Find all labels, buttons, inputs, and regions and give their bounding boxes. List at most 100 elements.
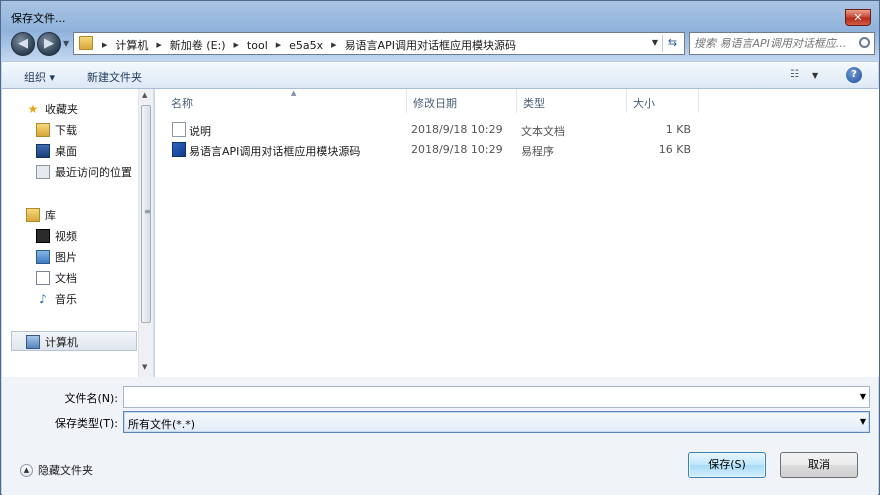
sidebar-item-label: 最近访问的位置 [55,166,132,179]
folder-icon [79,36,93,50]
libraries-icon [26,208,40,222]
organize-menu-button[interactable]: 组织 ▾ [24,69,55,85]
refresh-button[interactable]: ⇆ [662,35,682,52]
save-form: 文件名(N): ▼ 保存类型(T): 所有文件(*.*) ▼ ▲ 隐藏文件夹 保… [2,377,878,495]
recent-places-icon [36,165,50,179]
sidebar-item-label: 库 [45,209,56,222]
scroll-down-icon[interactable]: ▼ [142,363,147,371]
sort-ascending-icon: ▲ [291,89,297,97]
column-label: 大小 [633,97,655,110]
sidebar-item-favorites[interactable]: ★ 收藏夹 [26,99,153,119]
sidebar-item-desktop[interactable]: 桌面 [36,141,153,161]
breadcrumb: ▶ 计算机 ▶ 新加卷 (E:) ▶ tool ▶ e5a5x ▶ 易语言API… [98,37,516,53]
filename-input[interactable] [127,390,847,405]
sidebar-item-label: 计算机 [45,336,78,349]
breadcrumb-computer[interactable]: 计算机 [115,37,148,53]
title-bar: 保存文件... ✕ [1,1,879,29]
file-size: 16 KB [658,143,691,156]
help-icon[interactable]: ? [846,67,862,83]
column-header-size[interactable]: 大小 [627,89,699,113]
filetype-selected-value: 所有文件(*.*) [128,418,196,431]
sidebar-item-recent-places[interactable]: 最近访问的位置 [36,162,153,182]
downloads-folder-icon [36,123,50,137]
chevron-right-icon[interactable]: ▶ [156,41,161,49]
sidebar-item-downloads[interactable]: 下载 [36,120,153,140]
cancel-button[interactable]: 取消 [780,452,858,478]
recent-pages-dropdown-icon[interactable]: ▼ [63,39,73,49]
computer-icon [26,335,40,349]
column-header-type[interactable]: 类型 [517,89,627,113]
table-row[interactable]: 易语言API调用对话框应用模块源码 2018/9/18 10:29 易程序 16… [169,140,709,160]
file-date: 2018/9/18 10:29 [411,123,503,136]
breadcrumb-current-folder[interactable]: 易语言API调用对话框应用模块源码 [345,37,516,53]
column-header-date[interactable]: 修改日期 [407,89,517,113]
arrow-right-icon: ▶ [44,36,54,51]
view-options-icon[interactable]: ☷ [790,69,804,81]
breadcrumb-e5a5x[interactable]: e5a5x [289,39,323,52]
search-input[interactable] [694,36,854,51]
search-box[interactable] [689,32,875,55]
video-icon [36,229,50,243]
back-button[interactable]: ◀ [11,32,35,56]
sidebar-item-label: 收藏夹 [45,103,78,116]
filename-label: 文件名(N): [64,392,118,405]
close-button[interactable]: ✕ [845,9,871,26]
filename-combobox[interactable]: ▼ [123,386,870,408]
column-label: 名称 [171,97,193,110]
sidebar-item-pictures[interactable]: 图片 [36,247,153,267]
file-type: 文本文档 [521,125,565,138]
breadcrumb-tool[interactable]: tool [247,39,268,52]
chevron-right-icon[interactable]: ▶ [102,41,107,49]
chevron-down-icon[interactable]: ▼ [860,392,866,401]
scroll-up-icon[interactable]: ▲ [142,91,147,99]
document-icon [36,271,50,285]
sidebar-item-label: 文档 [55,272,77,285]
address-dropdown-icon[interactable]: ▼ [652,38,658,47]
chevron-right-icon[interactable]: ▶ [234,41,239,49]
arrow-left-icon: ◀ [18,36,28,51]
close-icon: ✕ [853,11,863,24]
sidebar-item-music[interactable]: ♪ 音乐 [36,289,153,309]
desktop-icon [36,144,50,158]
sidebar-item-label: 下载 [55,124,77,137]
forward-button[interactable]: ▶ [37,32,61,56]
view-dropdown-icon[interactable]: ▼ [812,71,818,80]
sidebar-item-computer[interactable]: 计算机 [11,331,137,351]
chevron-right-icon[interactable]: ▶ [331,41,336,49]
text-file-icon [172,122,186,137]
file-type: 易程序 [521,145,554,158]
sidebar-item-documents[interactable]: 文档 [36,268,153,288]
command-toolbar: 组织 ▾ 新建文件夹 ☷ ▼ ? [2,61,878,89]
column-header-name[interactable]: 名称 ▲ [165,89,407,113]
e-program-file-icon [172,142,186,157]
window-title: 保存文件... [11,12,66,25]
sidebar-item-label: 视频 [55,230,77,243]
file-name: 易语言API调用对话框应用模块源码 [189,145,361,158]
sidebar-item-label: 图片 [55,251,77,264]
chevron-down-icon[interactable]: ▼ [860,417,866,426]
chevron-right-icon[interactable]: ▶ [276,41,281,49]
file-list: 名称 ▲ 修改日期 类型 大小 说明 2018/9/18 10:29 文本文档 … [155,89,879,377]
scrollbar-thumb[interactable]: ≡ [141,105,151,323]
refresh-icon: ⇆ [667,36,678,49]
pictures-icon [36,250,50,264]
sidebar-item-libraries[interactable]: 库 [26,205,153,225]
file-name: 说明 [189,125,211,138]
sidebar-scrollbar[interactable]: ▲ ≡ ▼ [138,89,153,377]
sidebar-item-videos[interactable]: 视频 [36,226,153,246]
music-note-icon: ♪ [39,292,47,306]
new-folder-button[interactable]: 新建文件夹 [87,69,142,85]
table-row[interactable]: 说明 2018/9/18 10:29 文本文档 1 KB [169,120,709,140]
column-label: 类型 [523,97,545,110]
address-bar[interactable]: ▶ 计算机 ▶ 新加卷 (E:) ▶ tool ▶ e5a5x ▶ 易语言API… [73,32,685,55]
file-date: 2018/9/18 10:29 [411,143,503,156]
column-label: 修改日期 [413,97,457,110]
breadcrumb-drive-e[interactable]: 新加卷 (E:) [170,37,226,53]
sidebar-item-computer-content: 计算机 [26,332,126,352]
hide-folders-label: 隐藏文件夹 [38,464,93,477]
hide-folders-toggle[interactable]: ▲ 隐藏文件夹 [20,462,93,478]
save-button[interactable]: 保存(S) [688,452,766,478]
filetype-label: 保存类型(T): [54,417,118,430]
filetype-select[interactable]: 所有文件(*.*) ▼ [123,411,870,433]
sidebar-item-label: 桌面 [55,145,77,158]
